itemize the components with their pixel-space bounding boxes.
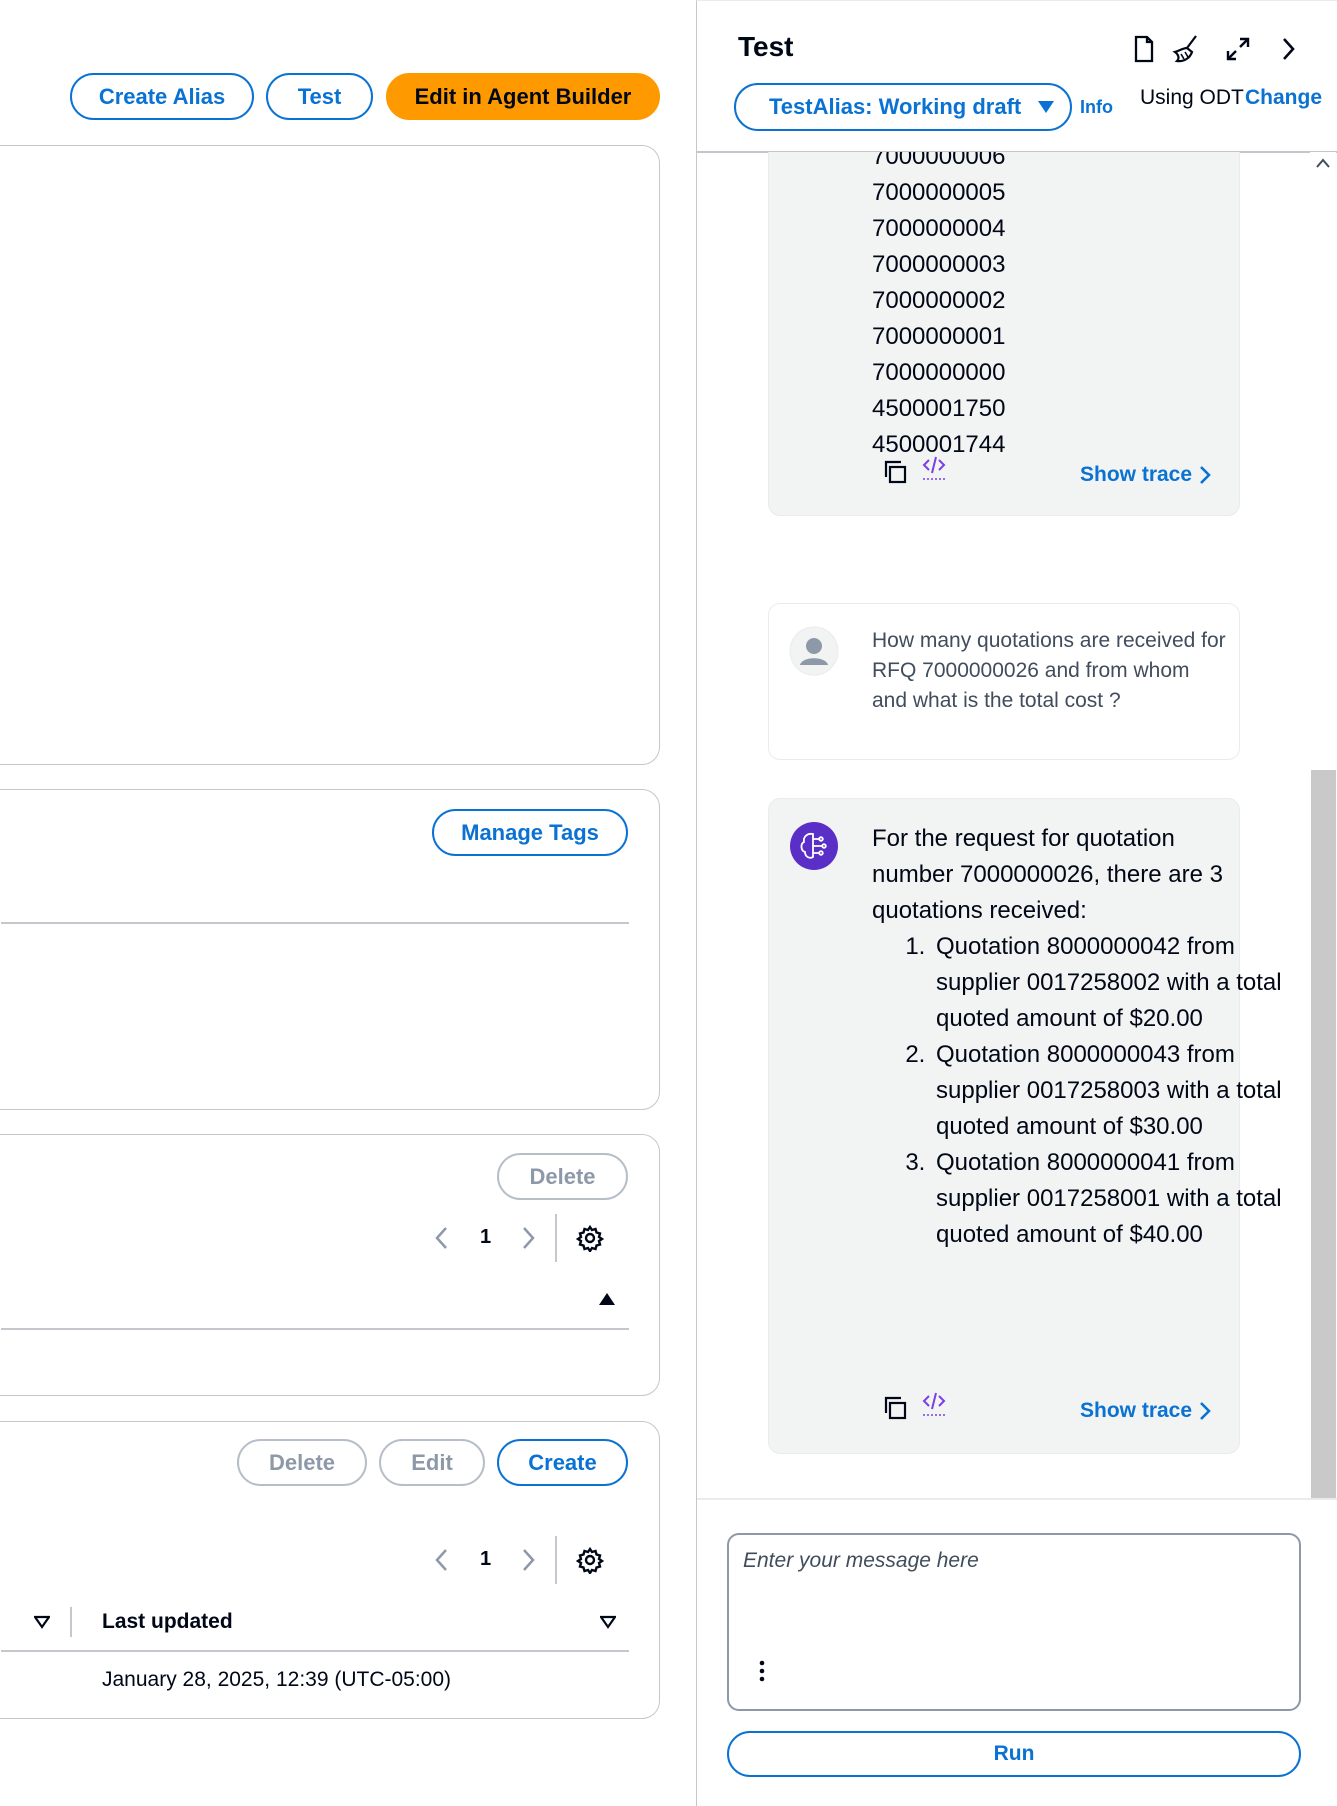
- code-trace-icon[interactable]: [921, 455, 947, 483]
- show-trace-link[interactable]: Show trace: [1080, 1399, 1212, 1423]
- pager-current-page[interactable]: 1: [480, 1226, 491, 1249]
- sort-ascending-icon[interactable]: [598, 1292, 616, 1306]
- scroll-up-arrow-icon[interactable]: [1314, 156, 1332, 170]
- user-message-text: How many quotations are received for RFQ…: [872, 629, 1226, 712]
- input-area-divider: [697, 1498, 1337, 1500]
- settings-gear-icon[interactable]: [576, 1546, 604, 1574]
- manage-tags-button[interactable]: Manage Tags: [432, 809, 628, 856]
- pager-prev-icon[interactable]: [432, 1225, 452, 1251]
- message-input-placeholder: Enter your message here: [743, 1549, 979, 1572]
- rfq-number-item: 4500001750: [872, 395, 1006, 422]
- quotation-list-item: Quotation 8000000043 from supplier 00172…: [932, 1037, 1287, 1145]
- create-alias-button[interactable]: Create Alias: [70, 73, 254, 120]
- create-button[interactable]: Create: [497, 1439, 628, 1486]
- settings-gear-icon[interactable]: [576, 1224, 604, 1252]
- filter-dropdown-icon[interactable]: [34, 1615, 50, 1629]
- test-button[interactable]: Test: [266, 73, 373, 120]
- more-options-vertical-icon[interactable]: [759, 1659, 765, 1683]
- info-link[interactable]: Info: [1080, 97, 1113, 118]
- user-avatar-icon: [789, 626, 839, 676]
- delete-version-button[interactable]: Delete: [237, 1439, 367, 1486]
- user-message-bubble: How many quotations are received for RFQ…: [768, 603, 1240, 760]
- agent-message-bubble: 7000000006 7000000005 7000000004 7000000003…: [768, 152, 1240, 516]
- pager-current-page[interactable]: 1: [480, 1548, 491, 1571]
- pager-separator: [555, 1536, 557, 1584]
- scrollbar-thumb[interactable]: [1311, 770, 1336, 1498]
- agent-brain-avatar-icon: [789, 821, 839, 871]
- sort-dropdown-icon[interactable]: [600, 1615, 616, 1629]
- column-separator: [70, 1607, 72, 1637]
- divider: [1, 922, 629, 924]
- change-link[interactable]: Change: [1245, 86, 1322, 110]
- edit-button[interactable]: Edit: [379, 1439, 485, 1486]
- copy-icon[interactable]: [882, 459, 908, 485]
- rfq-number-item: 7000000005: [872, 179, 1006, 206]
- column-header-last-updated[interactable]: Last updated: [102, 1610, 233, 1634]
- rfq-number-item: 7000000003: [872, 251, 1006, 278]
- rfq-number-list: 7000000006 7000000005 7000000004 7000000003…: [872, 152, 1005, 463]
- edit-in-agent-builder-button[interactable]: Edit in Agent Builder: [386, 73, 660, 120]
- document-icon[interactable]: [1133, 35, 1155, 63]
- rfq-number-item: 7000000002: [872, 287, 1006, 314]
- divider: [1, 1328, 629, 1330]
- rfq-number-item: 7000000000: [872, 359, 1006, 386]
- message-input[interactable]: Enter your message here: [727, 1533, 1301, 1711]
- divider: [1, 1650, 629, 1652]
- show-trace-link[interactable]: Show trace: [1080, 463, 1212, 487]
- delete-button[interactable]: Delete: [497, 1153, 628, 1200]
- quotation-list-item: Quotation 8000000041 from supplier 00172…: [932, 1145, 1287, 1253]
- agent-answer-intro: For the request for quotation number 700…: [872, 825, 1223, 924]
- using-odt-label: Using ODT: [1140, 86, 1244, 109]
- last-updated-value: January 28, 2025, 12:39 (UTC-05:00): [102, 1668, 452, 1691]
- rfq-number-item: 7000000001: [872, 323, 1006, 350]
- pager-prev-icon[interactable]: [432, 1547, 452, 1573]
- panel-title: Test: [738, 31, 794, 62]
- conversation-scroll-area[interactable]: 7000000006 7000000005 7000000004 7000000003…: [697, 152, 1337, 1498]
- copy-icon[interactable]: [882, 1395, 908, 1421]
- expand-icon[interactable]: [1225, 36, 1251, 62]
- caret-down-icon: [1037, 100, 1055, 114]
- pager-next-icon[interactable]: [518, 1225, 538, 1251]
- code-trace-icon[interactable]: [921, 1391, 947, 1419]
- quotation-list: Quotation 8000000042 from supplier 00172…: [872, 929, 1287, 1253]
- quotation-list-item: Quotation 8000000042 from supplier 00172…: [932, 929, 1287, 1037]
- collapse-panel-chevron-icon[interactable]: [1280, 36, 1298, 62]
- alias-select-value: TestAlias: Working draft: [769, 94, 1022, 119]
- overview-card: [0, 145, 660, 765]
- clear-broom-icon[interactable]: [1172, 34, 1200, 64]
- run-button[interactable]: Run: [727, 1731, 1301, 1777]
- rfq-number-item: 7000000004: [872, 215, 1006, 242]
- rfq-number-item: 7000000006: [872, 152, 1006, 170]
- agent-message-bubble: For the request for quotation number 700…: [768, 798, 1282, 1454]
- pager-separator: [555, 1214, 557, 1262]
- alias-select[interactable]: TestAlias: Working draft: [734, 83, 1072, 131]
- pager-next-icon[interactable]: [518, 1547, 538, 1573]
